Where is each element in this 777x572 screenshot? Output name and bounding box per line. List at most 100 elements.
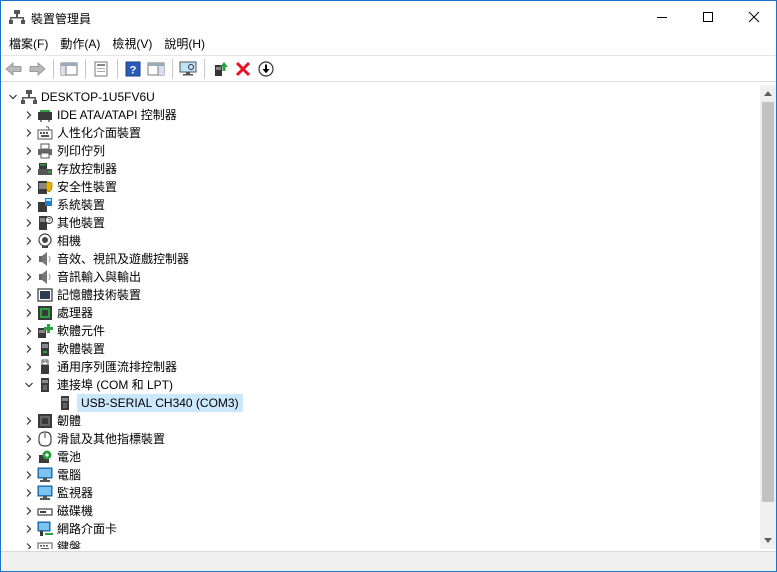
back-button[interactable]	[3, 58, 25, 80]
chevron-right-icon[interactable]	[21, 304, 37, 322]
show-hide-console-tree-button[interactable]	[58, 58, 80, 80]
uninstall-device-button[interactable]	[232, 58, 254, 80]
tree-category-computer[interactable]: 電腦	[21, 466, 81, 484]
status-bar	[1, 551, 776, 571]
chevron-right-icon[interactable]	[21, 214, 37, 232]
chevron-down-icon[interactable]	[21, 376, 37, 394]
forward-button[interactable]	[26, 58, 48, 80]
tree-category-label: 相機	[57, 234, 82, 248]
tree-category-battery[interactable]: 電池	[21, 448, 81, 466]
keyboard-icon	[37, 539, 53, 549]
close-button[interactable]	[731, 1, 777, 33]
menu-help[interactable]: 說明(H)	[159, 33, 210, 55]
hid-icon	[37, 125, 53, 141]
scroll-down-button[interactable]	[760, 532, 776, 549]
chevron-right-icon[interactable]	[21, 232, 37, 250]
chevron-right-icon[interactable]	[21, 124, 37, 142]
chevron-right-icon[interactable]	[21, 142, 37, 160]
battery-icon	[37, 449, 53, 465]
chevron-right-icon[interactable]	[21, 430, 37, 448]
chevron-right-icon[interactable]	[21, 106, 37, 124]
menu-file[interactable]: 檔案(F)	[4, 33, 53, 55]
window-title: 裝置管理員	[31, 12, 92, 26]
chevron-right-icon[interactable]	[21, 466, 37, 484]
chevron-right-icon[interactable]	[21, 178, 37, 196]
tree-category-storage-controller[interactable]: 存放控制器	[21, 160, 117, 178]
tree-category-label: 網路介面卡	[57, 522, 118, 536]
uninstall-x-icon	[235, 61, 251, 77]
scan-hardware-button[interactable]	[177, 58, 199, 80]
download-circle-icon	[258, 61, 274, 77]
chevron-right-icon[interactable]	[21, 358, 37, 376]
tree-category-software-component[interactable]: 軟體元件	[21, 322, 105, 340]
mouse-icon	[37, 431, 53, 447]
device-manager-app-icon	[9, 10, 25, 24]
tree-category-sound[interactable]: 音效、視訊及遊戲控制器	[21, 250, 189, 268]
chevron-right-icon[interactable]	[21, 412, 37, 430]
minimize-button[interactable]	[639, 1, 685, 33]
chevron-right-icon[interactable]	[21, 340, 37, 358]
tree-category-processor[interactable]: 處理器	[21, 304, 93, 322]
menu-view[interactable]: 檢視(V)	[107, 33, 157, 55]
help-icon: ?	[125, 61, 141, 77]
console-tree-icon	[60, 62, 78, 76]
chevron-right-icon[interactable]	[21, 502, 37, 520]
chevron-right-icon[interactable]	[21, 160, 37, 178]
ide-controller-icon	[37, 107, 53, 123]
tree-category-disk-drive[interactable]: 磁碟機	[21, 502, 93, 520]
tree-category-label: 列印佇列	[57, 144, 106, 158]
tree-category-security-device[interactable]: 安全性裝置	[21, 178, 117, 196]
help-button[interactable]: ?	[122, 58, 144, 80]
tree-category-ide-controller[interactable]: IDE ATA/ATAPI 控制器	[21, 106, 177, 124]
tree-category-hid[interactable]: 人性化介面裝置	[21, 124, 141, 142]
title-bar[interactable]: 裝置管理員	[1, 1, 776, 33]
action-pane-button[interactable]	[145, 58, 167, 80]
tree-category-label: 連接埠 (COM 和 LPT)	[57, 378, 173, 392]
properties-button[interactable]	[90, 58, 112, 80]
selection-highlight[interactable]: USB-SERIAL CH340 (COM3)	[77, 394, 243, 412]
tree-category-audio-io[interactable]: 音訊輸入與輸出	[21, 268, 141, 286]
chevron-right-icon[interactable]	[21, 448, 37, 466]
tree-category-label: 韌體	[57, 414, 82, 428]
tree-category-usb-controller[interactable]: 通用序列匯流排控制器	[21, 358, 177, 376]
tree-category-software-device[interactable]: 軟體裝置	[21, 340, 105, 358]
scroll-up-button[interactable]	[760, 85, 776, 102]
toolbar-divider	[1, 81, 776, 82]
chevron-right-icon[interactable]	[21, 268, 37, 286]
tree-root[interactable]: DESKTOP-1U5FV6U	[5, 88, 155, 106]
disable-device-button[interactable]	[255, 58, 277, 80]
chevron-right-icon[interactable]	[21, 196, 37, 214]
firmware-icon	[37, 413, 53, 429]
tree-category-mouse[interactable]: 滑鼠及其他指標裝置	[21, 430, 165, 448]
chevron-right-icon[interactable]	[21, 286, 37, 304]
tree-category-camera[interactable]: 相機	[21, 232, 81, 250]
tree-category-memory-tech[interactable]: 記憶體技術裝置	[21, 286, 141, 304]
tree-category-other-device[interactable]: ? 其他裝置	[21, 214, 105, 232]
update-driver-button[interactable]	[209, 58, 231, 80]
tree-category-label: 監視器	[57, 486, 94, 500]
vertical-scrollbar[interactable]	[760, 85, 776, 549]
menu-action[interactable]: 動作(A)	[55, 33, 105, 55]
tree-category-firmware[interactable]: 韌體	[21, 412, 81, 430]
tree-category-port[interactable]: 連接埠 (COM 和 LPT)	[21, 376, 173, 394]
chevron-right-icon[interactable]	[21, 484, 37, 502]
tree-category-label: 音訊輸入與輸出	[57, 270, 142, 284]
maximize-button[interactable]	[685, 1, 731, 33]
chevron-right-icon[interactable]	[21, 520, 37, 538]
chevron-right-icon[interactable]	[21, 250, 37, 268]
toolbar-separator	[117, 59, 118, 79]
software-component-icon	[37, 323, 53, 339]
tree-category-network-adapter[interactable]: 網路介面卡	[21, 520, 117, 538]
chevron-right-icon[interactable]	[21, 322, 37, 340]
tree-category-system-device[interactable]: 系統裝置	[21, 196, 105, 214]
tree-category-label: 記憶體技術裝置	[57, 288, 142, 302]
tree-category-keyboard[interactable]: 鍵盤	[21, 538, 81, 549]
chevron-down-icon[interactable]	[5, 88, 21, 106]
tree-category-printer[interactable]: 列印佇列	[21, 142, 105, 160]
menu-bar: 檔案(F) 動作(A) 檢視(V) 說明(H)	[1, 33, 776, 55]
tree-category-monitor[interactable]: 監視器	[21, 484, 93, 502]
tree-category-label: 軟體裝置	[57, 342, 106, 356]
scroll-thumb[interactable]	[762, 102, 774, 502]
chevron-right-icon[interactable]	[21, 538, 37, 549]
tree-device-usb-serial[interactable]: USB-SERIAL CH340 (COM3)	[57, 394, 243, 412]
